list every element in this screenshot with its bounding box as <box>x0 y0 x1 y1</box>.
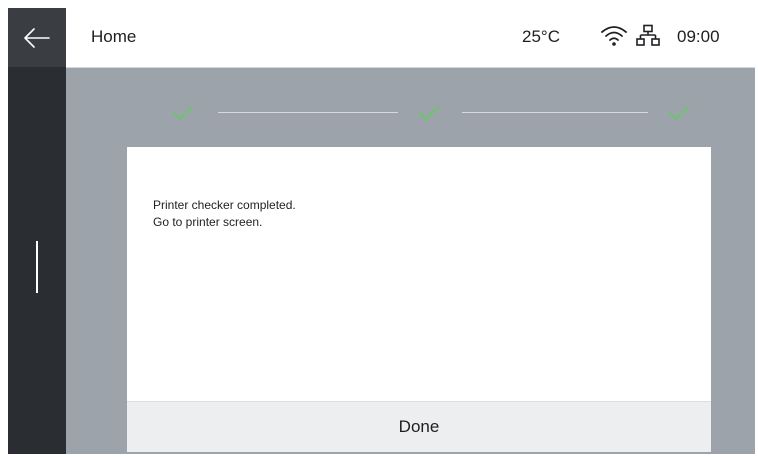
completion-dialog: Printer checker completed. Go to printer… <box>127 147 711 452</box>
step-2-checkmark-icon <box>418 105 440 121</box>
top-header: Home 25°C 09:00 <box>66 8 755 68</box>
done-button[interactable]: Done <box>127 401 711 452</box>
step-3-checkmark-icon <box>668 105 690 121</box>
progress-stepper <box>66 67 755 147</box>
sidebar-handle[interactable] <box>36 241 38 293</box>
left-sidebar <box>8 8 66 454</box>
back-arrow-icon <box>24 27 50 48</box>
temperature-readout: 25°C <box>522 27 560 46</box>
step-1-checkmark-icon <box>172 105 194 121</box>
dialog-message: Printer checker completed. Go to printer… <box>153 197 296 231</box>
dialog-message-line-1: Printer checker completed. <box>153 198 296 212</box>
step-connector <box>462 112 648 113</box>
back-button[interactable] <box>8 8 66 67</box>
wifi-icon <box>601 26 627 46</box>
printer-screen: Home 25°C 09:00 Printer checker complete… <box>8 8 755 454</box>
step-connector <box>218 112 398 113</box>
network-icon <box>636 24 660 46</box>
dialog-message-line-2: Go to printer screen. <box>153 215 263 229</box>
clock: 09:00 <box>677 27 720 46</box>
page-title: Home <box>91 27 137 46</box>
